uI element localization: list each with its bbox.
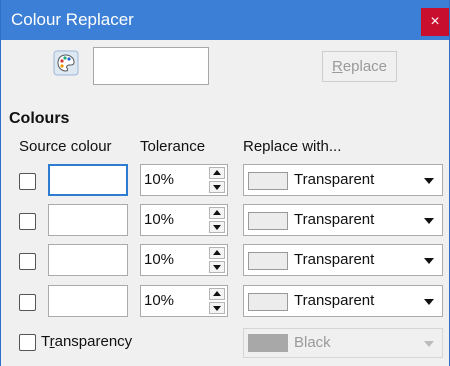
replace-with-dropdown[interactable]: Transparent (243, 285, 443, 317)
spin-buttons (209, 207, 225, 233)
tolerance-spinner[interactable]: 10% (140, 164, 228, 196)
source-colour-header: Source colour (19, 138, 112, 155)
colour-swatch (248, 212, 288, 230)
tolerance-spinner[interactable]: 10% (140, 285, 228, 317)
colour-swatch (248, 293, 288, 311)
colour-palette-icon[interactable] (53, 50, 79, 76)
colour-row: 10% Transparent (1, 244, 449, 278)
spin-up-button[interactable] (209, 207, 225, 219)
tolerance-value: 10% (144, 211, 175, 228)
transparency-label-pre: T (41, 333, 50, 350)
arrow-down-icon (213, 185, 221, 190)
close-icon: × (430, 13, 440, 30)
arrow-down-icon (213, 225, 221, 230)
replace-with-value: Transparent (294, 171, 375, 188)
close-button[interactable]: × (421, 8, 449, 36)
transparency-label-post: ansparency (54, 333, 133, 350)
picked-colour-preview[interactable] (93, 47, 209, 85)
spin-buttons (209, 288, 225, 314)
transparency-colour-value: Black (294, 334, 331, 351)
colours-section-label: Colours (9, 110, 70, 127)
spin-down-button[interactable] (209, 261, 225, 273)
arrow-up-icon (213, 170, 221, 175)
colour-row-checkbox[interactable] (19, 213, 36, 230)
source-colour-field[interactable] (48, 285, 128, 317)
dropdown-arrow-icon (424, 341, 434, 347)
arrow-up-icon (213, 250, 221, 255)
arrow-down-icon (213, 306, 221, 311)
spin-down-button[interactable] (209, 221, 225, 233)
spin-down-button[interactable] (209, 302, 225, 314)
dropdown-arrow-icon (424, 258, 434, 264)
spin-buttons (209, 247, 225, 273)
transparency-label[interactable]: Transparency (41, 333, 132, 350)
dropdown-arrow-icon (424, 218, 434, 224)
colour-row-checkbox[interactable] (19, 253, 36, 270)
source-colour-field[interactable] (48, 244, 128, 276)
replace-with-value: Transparent (294, 211, 375, 228)
spin-up-button[interactable] (209, 247, 225, 259)
tolerance-value: 10% (144, 171, 175, 188)
arrow-up-icon (213, 291, 221, 296)
tolerance-header: Tolerance (140, 138, 206, 155)
replace-with-dropdown[interactable]: Transparent (243, 204, 443, 236)
transparency-colour-dropdown: Black (243, 328, 443, 358)
replace-label-mnemonic: R (331, 58, 343, 75)
spin-buttons (209, 167, 225, 193)
arrow-down-icon (213, 265, 221, 270)
spin-down-button[interactable] (209, 181, 225, 193)
colour-row: 10% Transparent (1, 285, 449, 319)
replace-button[interactable]: Replace (322, 51, 397, 82)
colour-swatch (248, 334, 288, 352)
replace-label-post: eplace (342, 58, 388, 75)
tolerance-spinner[interactable]: 10% (140, 204, 228, 236)
transparency-checkbox[interactable] (19, 334, 36, 351)
colour-replacer-dialog: Colour Replacer × Replace Colours Source… (0, 0, 450, 366)
dropdown-arrow-icon (424, 178, 434, 184)
colour-row: 10% Transparent (1, 204, 449, 238)
tolerance-value: 10% (144, 251, 175, 268)
transparency-row: Transparency Black (1, 328, 449, 362)
spin-up-button[interactable] (209, 288, 225, 300)
title-bar[interactable]: Colour Replacer × (1, 0, 449, 40)
source-colour-field[interactable] (48, 164, 128, 196)
replace-with-dropdown[interactable]: Transparent (243, 164, 443, 196)
arrow-up-icon (213, 210, 221, 215)
replace-with-header: Replace with... (243, 138, 342, 155)
dropdown-arrow-icon (424, 299, 434, 305)
colour-swatch (248, 172, 288, 190)
tolerance-value: 10% (144, 292, 175, 309)
tolerance-spinner[interactable]: 10% (140, 244, 228, 276)
replace-with-value: Transparent (294, 292, 375, 309)
replace-with-dropdown[interactable]: Transparent (243, 244, 443, 276)
colour-row-checkbox[interactable] (19, 173, 36, 190)
source-colour-field[interactable] (48, 204, 128, 236)
window-title: Colour Replacer (11, 10, 134, 29)
colour-row-checkbox[interactable] (19, 294, 36, 311)
colour-swatch (248, 252, 288, 270)
colour-row: 10% Transparent (1, 164, 449, 198)
spin-up-button[interactable] (209, 167, 225, 179)
replace-with-value: Transparent (294, 251, 375, 268)
